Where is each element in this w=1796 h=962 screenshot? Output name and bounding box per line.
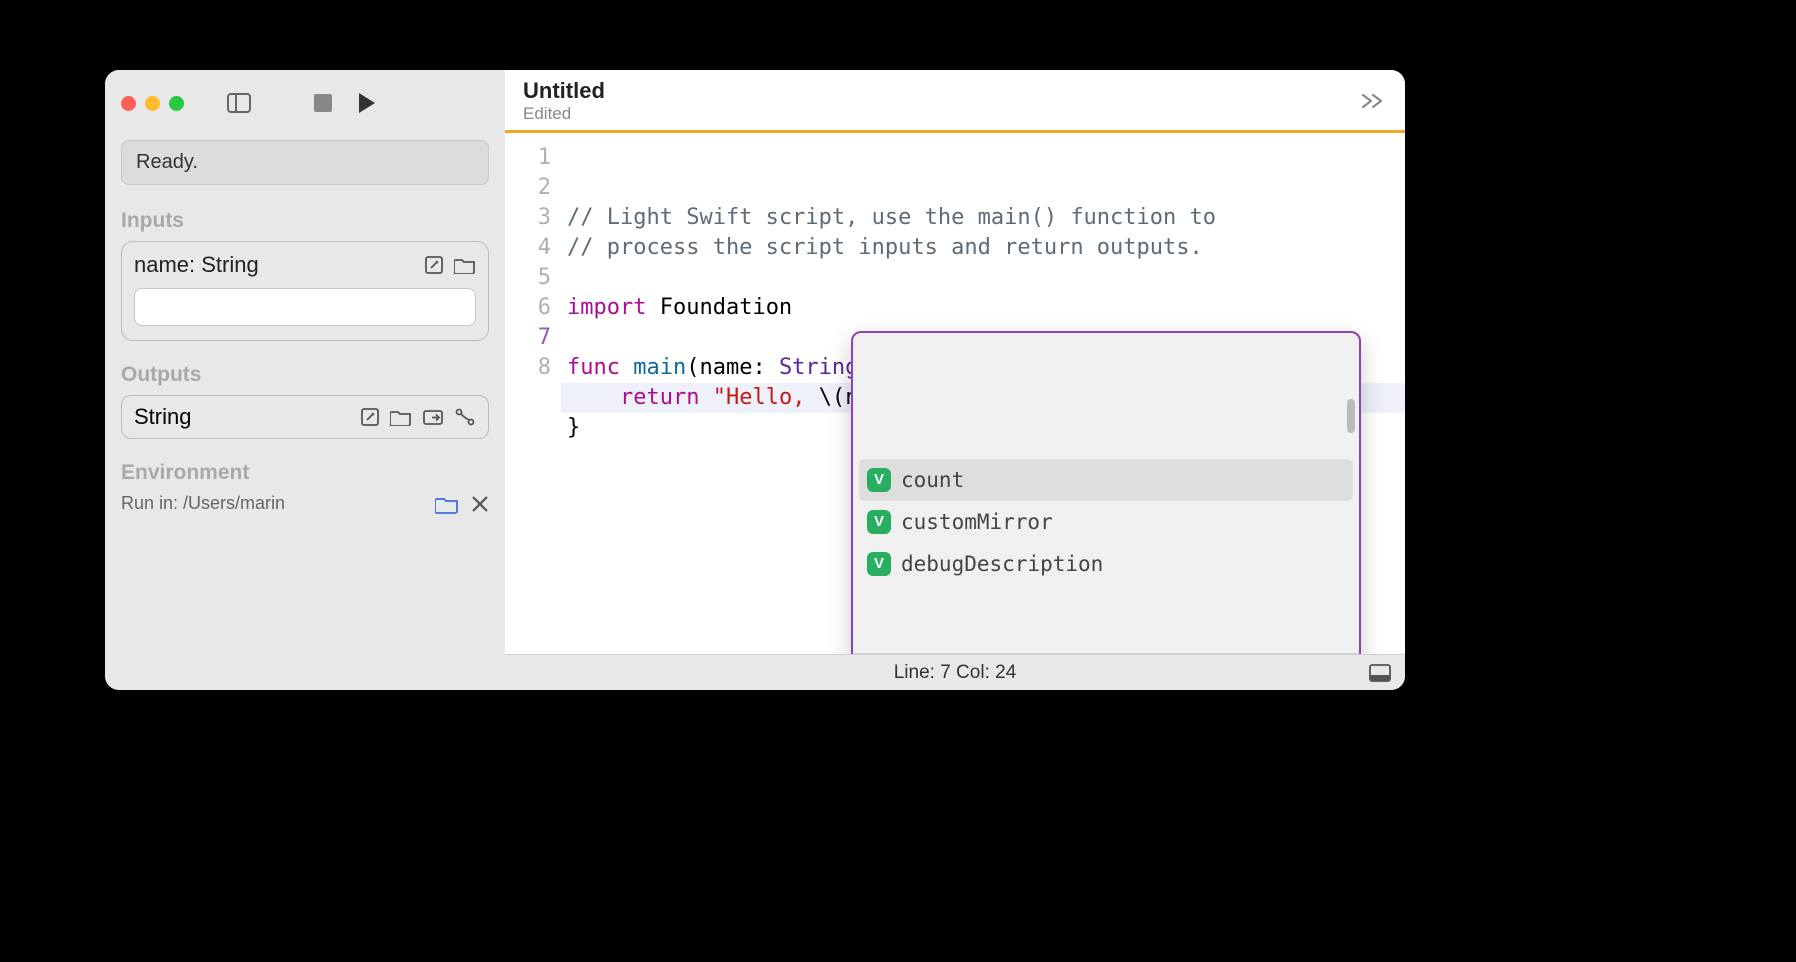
- autocomplete-item[interactable]: VdebugDescription: [859, 543, 1353, 585]
- line-number: 8: [505, 353, 551, 383]
- edit-output-icon[interactable]: [360, 407, 380, 427]
- line-number: 7: [505, 323, 551, 353]
- code-line[interactable]: import Foundation: [567, 293, 1395, 323]
- expand-chevrons-icon[interactable]: [1361, 92, 1387, 110]
- scrollbar-thumb[interactable]: [1347, 399, 1355, 433]
- code-line[interactable]: // Light Swift script, use the main() fu…: [567, 203, 1395, 233]
- code-content[interactable]: // Light Swift script, use the main() fu…: [561, 133, 1405, 654]
- input-card-title: name: String: [134, 252, 259, 278]
- folder-icon[interactable]: [390, 407, 412, 427]
- document-header: Untitled Edited: [505, 70, 1405, 133]
- sidebar: Ready. Inputs name: String Outputs Strin…: [105, 70, 505, 690]
- completion-label: debugDescription: [901, 549, 1103, 579]
- input-card: name: String: [121, 241, 489, 341]
- line-number: 6: [505, 293, 551, 323]
- line-number: 1: [505, 143, 551, 173]
- connect-icon[interactable]: [454, 407, 476, 427]
- zoom-window-button[interactable]: [169, 96, 184, 111]
- traffic-lights: [121, 96, 184, 111]
- code-line[interactable]: [567, 263, 1395, 293]
- toggle-sidebar-button[interactable]: [222, 88, 256, 118]
- inputs-section-label: Inputs: [121, 209, 489, 233]
- code-editor[interactable]: 12345678 // Light Swift script, use the …: [505, 133, 1405, 654]
- line-gutter: 12345678: [505, 133, 561, 654]
- status-text: Ready.: [121, 140, 489, 185]
- close-window-button[interactable]: [121, 96, 136, 111]
- cursor-position: Line: 7 Col: 24: [894, 662, 1017, 684]
- input-value-field[interactable]: [134, 288, 476, 326]
- completion-kind-badge: V: [867, 468, 891, 492]
- titlebar: [121, 88, 489, 118]
- export-icon[interactable]: [422, 407, 444, 427]
- autocomplete-item[interactable]: Vcount: [859, 459, 1353, 501]
- status-bar: Line: 7 Col: 24: [505, 654, 1405, 690]
- outputs-section-label: Outputs: [121, 363, 489, 387]
- app-window: Ready. Inputs name: String Outputs Strin…: [105, 70, 1405, 690]
- panel-icon[interactable]: [1369, 664, 1391, 682]
- run-in-path: Run in: /Users/marin: [121, 493, 285, 514]
- completion-label: description: [901, 591, 1040, 593]
- environment-row: Run in: /Users/marin: [121, 493, 489, 514]
- clear-icon[interactable]: [471, 494, 489, 514]
- line-number: 5: [505, 263, 551, 293]
- line-number: 4: [505, 233, 551, 263]
- completion-label: count: [901, 465, 964, 495]
- edit-input-icon[interactable]: [424, 255, 444, 275]
- completion-kind-badge: V: [867, 552, 891, 576]
- output-card: String: [121, 395, 489, 439]
- stop-button[interactable]: [306, 88, 340, 118]
- document-title: Untitled: [523, 78, 605, 104]
- completion-kind-badge: V: [867, 510, 891, 534]
- folder-icon[interactable]: [435, 494, 459, 514]
- autocomplete-item[interactable]: Vdescription: [859, 585, 1353, 593]
- autocomplete-popup: VcountVcustomMirrorVdebugDescriptionVdes…: [851, 331, 1361, 654]
- completion-label: customMirror: [901, 507, 1053, 537]
- minimize-window-button[interactable]: [145, 96, 160, 111]
- autocomplete-list[interactable]: VcountVcustomMirrorVdebugDescriptionVdes…: [853, 393, 1359, 593]
- environment-section-label: Environment: [121, 461, 489, 485]
- line-number: 2: [505, 173, 551, 203]
- autocomplete-item[interactable]: VcustomMirror: [859, 501, 1353, 543]
- code-line[interactable]: // process the script inputs and return …: [567, 233, 1395, 263]
- run-button[interactable]: [350, 88, 384, 118]
- document-subtitle: Edited: [523, 104, 605, 124]
- output-card-title: String: [134, 404, 191, 430]
- line-number: 3: [505, 203, 551, 233]
- folder-icon[interactable]: [454, 255, 476, 275]
- main-editor-pane: Untitled Edited 12345678 // Light Swift …: [505, 70, 1405, 690]
